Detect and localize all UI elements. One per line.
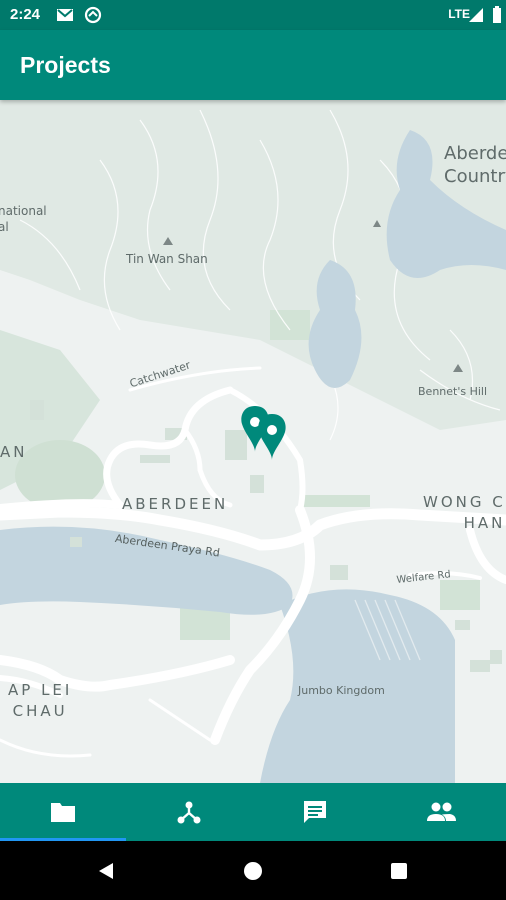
recents-icon [391, 863, 407, 879]
nav-item-network[interactable] [126, 783, 252, 841]
back-icon [99, 863, 113, 879]
project-marker[interactable] [258, 414, 286, 460]
gmail-icon [56, 6, 74, 24]
home-icon [244, 862, 262, 880]
map-canvas [0, 100, 506, 783]
bottom-navigation [0, 783, 506, 841]
map-label-jumbo-kingdom: Jumbo Kingdom [298, 684, 385, 697]
label-text: national al [0, 204, 47, 234]
map-label-tin-wan-shan: Tin Wan Shan [126, 252, 208, 266]
label-text: ABERDEEN [122, 495, 229, 513]
sync-icon [84, 6, 102, 24]
park-area [440, 580, 480, 610]
recents-button[interactable] [387, 859, 411, 883]
message-icon [304, 801, 326, 823]
network-icon [177, 801, 201, 824]
label-text: Aberde Country [444, 143, 506, 187]
park-area [270, 310, 310, 340]
map-label-an: AN [0, 443, 27, 461]
label-text: Tin Wan Shan [126, 252, 208, 266]
park-area [300, 495, 370, 507]
label-text: AP LEI CHAU [8, 681, 73, 720]
folder-icon [51, 803, 75, 822]
people-icon [427, 802, 456, 821]
status-bar: 2:24 LTE [0, 0, 506, 30]
home-button[interactable] [241, 859, 265, 883]
nav-item-messages[interactable] [252, 783, 378, 841]
map-label-aberdeen: ABERDEEN [122, 495, 228, 513]
map-label-national: national al [0, 203, 47, 235]
app-bar: Projects [0, 30, 506, 100]
map-label-wong-chuk-hang: WONG CH HANG [423, 492, 506, 534]
page-title: Projects [20, 52, 111, 78]
nav-item-people[interactable] [378, 783, 504, 841]
signal-icon [468, 7, 486, 25]
network-type: LTE [448, 7, 470, 21]
map-label-bennets-hill: Bennet's Hill [418, 385, 487, 398]
label-text: Jumbo Kingdom [298, 684, 385, 697]
map-label-ap-lei-chau: AP LEI CHAU [8, 680, 72, 722]
system-navigation-bar [0, 841, 506, 900]
map-label-aberdeen-country: Aberde Country [444, 142, 506, 188]
label-text: Bennet's Hill [418, 385, 488, 398]
nav-item-projects[interactable] [0, 783, 126, 841]
battery-icon [492, 6, 502, 24]
label-text: WONG CH HANG [423, 493, 506, 532]
status-time: 2:24 [10, 6, 41, 23]
label-text: AN [0, 443, 28, 461]
map-view[interactable]: Aberde Country national al Tin Wan Shan … [0, 100, 506, 783]
back-button[interactable] [94, 859, 118, 883]
